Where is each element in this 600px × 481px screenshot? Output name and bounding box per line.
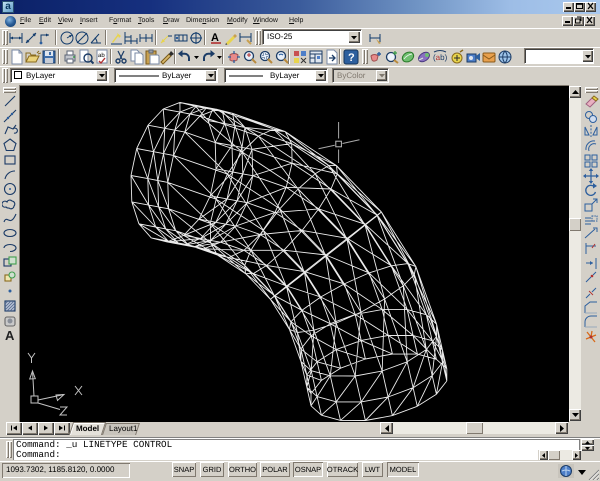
svg-text:?: ?: [348, 52, 355, 64]
svg-text:A: A: [5, 328, 15, 343]
svg-text:(ab): (ab): [433, 53, 448, 62]
